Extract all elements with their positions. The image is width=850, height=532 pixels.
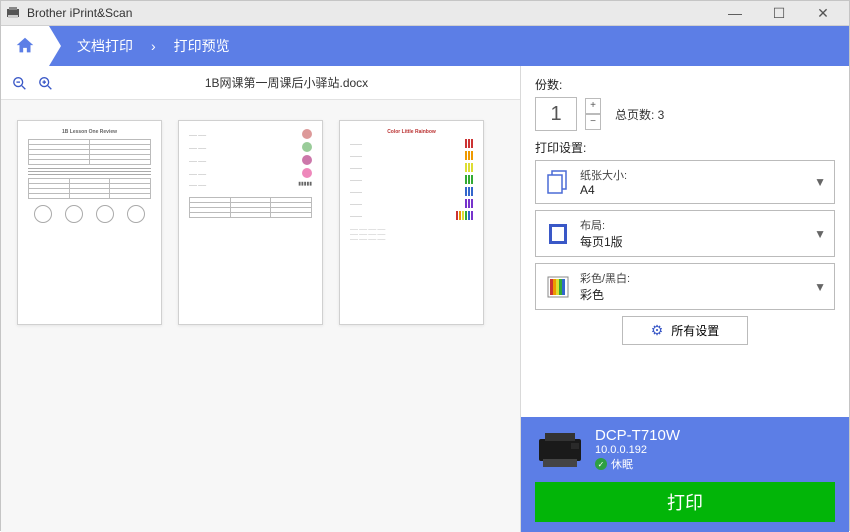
layout-value: 每页1版 (580, 233, 814, 250)
color-value: 彩色 (580, 286, 814, 303)
page-thumb-1[interactable]: 1B Lesson One Review (17, 120, 162, 325)
home-button[interactable] (1, 26, 49, 66)
preview-area[interactable]: 1B Lesson One Review —— —— —— —— —— —— —… (1, 100, 520, 532)
copies-value[interactable]: 1 (535, 97, 577, 131)
chevron-down-icon: ▼ (814, 175, 826, 189)
minimize-button[interactable]: — (713, 1, 757, 25)
preview-column: 1B网课第一周课后小驿站.docx 1B Lesson One Review —… (1, 66, 521, 532)
breadcrumb-item-1[interactable]: 文档打印 (77, 36, 133, 56)
app-title: Brother iPrint&Scan (27, 6, 713, 20)
chevron-right-icon: › (151, 38, 156, 54)
breadcrumb-item-2: 打印预览 (174, 36, 230, 56)
printer-icon (535, 431, 585, 469)
maximize-button[interactable]: ☐ (757, 1, 801, 25)
settings-column: 份数: 1 + − 总页数: 3 打印设置: 纸张大小: A4 ▼ (521, 66, 849, 532)
document-filename: 1B网课第一周课后小驿站.docx (61, 74, 512, 91)
header-bar: 文档打印 › 打印预览 (1, 26, 849, 66)
printer-ip: 10.0.0.192 (595, 444, 680, 456)
document-bar: 1B网课第一周课后小驿站.docx (1, 66, 520, 100)
home-icon (14, 35, 36, 57)
color-icon (544, 273, 572, 301)
printer-name: DCP-T710W (595, 427, 680, 444)
chevron-down-icon: ▼ (814, 280, 826, 294)
chevron-down-icon: ▼ (814, 227, 826, 241)
zoom-in-button[interactable] (35, 73, 57, 93)
printer-status: ✓ 休眠 (595, 456, 680, 472)
app-icon (5, 5, 21, 21)
print-button[interactable]: 打印 (535, 482, 835, 522)
gear-icon: ⚙ (651, 322, 664, 339)
title-bar: Brother iPrint&Scan — ☐ ✕ (1, 1, 849, 26)
all-settings-button[interactable]: ⚙ 所有设置 (622, 316, 749, 345)
page-thumb-2[interactable]: —— —— —— —— —— —— —— —— —— ——▮▮▮▮▮ (178, 120, 323, 325)
copies-label: 份数: (535, 76, 835, 93)
page-thumb-3[interactable]: Color Little Rainbow ——— ——— ——— ——— ———… (339, 120, 484, 325)
all-settings-label: 所有设置 (671, 322, 719, 339)
layout-label: 布局: (580, 217, 814, 233)
check-icon: ✓ (595, 458, 607, 470)
copies-decrement-button[interactable]: − (585, 114, 601, 130)
paper-label: 纸张大小: (580, 167, 814, 183)
layout-icon (544, 220, 572, 248)
close-button[interactable]: ✕ (801, 1, 845, 25)
copies-increment-button[interactable]: + (585, 98, 601, 114)
zoom-out-button[interactable] (9, 73, 31, 93)
paper-icon (544, 168, 572, 196)
color-option[interactable]: 彩色/黑白: 彩色 ▼ (535, 263, 835, 310)
printer-panel: DCP-T710W 10.0.0.192 ✓ 休眠 打印 (521, 417, 849, 532)
total-pages-label: 总页数: 3 (615, 106, 664, 123)
print-settings-label: 打印设置: (535, 139, 835, 156)
paper-size-option[interactable]: 纸张大小: A4 ▼ (535, 160, 835, 204)
color-label: 彩色/黑白: (580, 270, 814, 286)
printer-status-text: 休眠 (611, 456, 633, 472)
layout-option[interactable]: 布局: 每页1版 ▼ (535, 210, 835, 257)
paper-value: A4 (580, 183, 814, 197)
